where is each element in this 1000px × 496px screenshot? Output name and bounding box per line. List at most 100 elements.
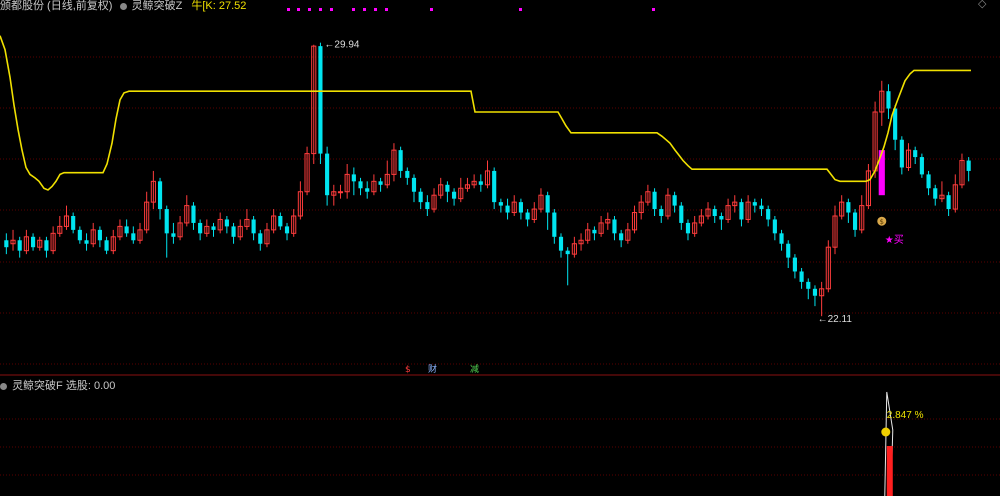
- chart-annotations: ←29.94←22.11$★买$ 财减: [324, 40, 903, 375]
- top-marker: [385, 8, 388, 11]
- candle-down: [779, 233, 784, 244]
- top-marker: [363, 8, 366, 11]
- candle-up: [337, 191, 344, 194]
- candle-down: [558, 236, 564, 251]
- candle-down: [946, 195, 951, 210]
- candle-down: [378, 181, 383, 185]
- candle-down: [418, 191, 423, 203]
- candle-down: [4, 240, 9, 248]
- candle-down: [739, 202, 744, 220]
- settings-dot-icon[interactable]: [119, 2, 127, 10]
- candle-down: [231, 226, 236, 237]
- candle-down: [505, 205, 510, 213]
- top-marker: [287, 8, 290, 11]
- lower-header: 灵鲸突破F 选股: 0.00: [0, 377, 115, 393]
- candlestick-series: [4, 42, 971, 317]
- pattern-label: 财: [428, 363, 437, 375]
- candle-down: [652, 191, 657, 210]
- candle-down: [806, 281, 811, 289]
- candle-down: [284, 226, 290, 234]
- candle-down: [278, 216, 283, 227]
- kline-chart[interactable]: ←29.94←22.11$★买$ 财减 2.847 %: [0, 0, 1000, 496]
- grid-lines: [0, 56, 1000, 476]
- settings-dot-icon-lower[interactable]: [0, 382, 7, 390]
- candle-down: [478, 181, 483, 185]
- stock-title: 颁都股份 (日线,前复权): [0, 0, 113, 12]
- candle-down: [157, 181, 163, 210]
- smiley-icon: [881, 427, 891, 437]
- candle-down: [405, 170, 410, 178]
- candle-down: [498, 202, 503, 206]
- candle-down: [198, 222, 203, 234]
- yellow-trend-line: [0, 35, 971, 191]
- lower-indicator-name[interactable]: 灵鲸突破F: [12, 380, 63, 392]
- candle-down: [425, 202, 430, 210]
- candle-down: [258, 233, 263, 244]
- candle-down: [171, 233, 176, 237]
- candle-down: [759, 205, 764, 210]
- candle-down: [846, 202, 851, 213]
- buy-label: ★买: [885, 234, 904, 246]
- candle-down: [886, 91, 891, 109]
- candle-down: [719, 216, 724, 220]
- lower-indicator-panel: 2.847 %: [881, 391, 924, 496]
- candle-down: [365, 188, 370, 192]
- candle-down: [224, 219, 229, 227]
- indicator-name[interactable]: 灵鲸突破Z: [132, 0, 183, 12]
- top-marker: [374, 8, 377, 11]
- percent-label: 2.847 %: [887, 410, 924, 421]
- candle-down: [251, 219, 256, 234]
- top-marker: [652, 8, 655, 11]
- candle-down: [552, 212, 557, 237]
- candle-down: [792, 257, 797, 272]
- candle-down: [545, 195, 550, 213]
- candle-down: [104, 240, 109, 251]
- candle-down: [966, 160, 971, 171]
- candle-down: [191, 205, 196, 223]
- candle-down: [97, 229, 102, 241]
- candle-down: [919, 157, 924, 175]
- candle-down: [893, 108, 898, 140]
- collapse-icon[interactable]: ◇: [978, 0, 986, 10]
- candle-down: [812, 288, 818, 296]
- pattern-label: $: [405, 365, 411, 375]
- top-marker: [519, 8, 522, 11]
- candle-down: [398, 150, 403, 171]
- money-bag-glyph: $: [880, 218, 884, 226]
- candle-down: [124, 226, 129, 234]
- candle-down: [619, 233, 624, 241]
- candle-down: [17, 240, 22, 251]
- candle-down: [325, 153, 330, 196]
- candle-down: [452, 191, 457, 199]
- candle-down: [351, 174, 356, 182]
- candle-down: [358, 181, 363, 189]
- candle-down: [712, 209, 717, 216]
- top-signal-markers: [287, 8, 655, 11]
- top-marker: [430, 8, 433, 11]
- niu-value: 27.52: [218, 0, 247, 12]
- candle-down: [211, 226, 216, 230]
- candle-down: [752, 202, 757, 206]
- candle-down: [679, 205, 684, 223]
- candle-down: [766, 209, 771, 220]
- candle-down: [685, 222, 691, 234]
- candle-down: [164, 209, 169, 234]
- candle-down: [899, 139, 904, 168]
- niu-label: 牛[K:: [191, 0, 216, 12]
- top-marker: [330, 8, 333, 11]
- upper-header: 颁都股份 (日线,前复权) 灵鲸突破Z 牛[K: 27.52: [0, 0, 246, 13]
- candle-down: [913, 150, 918, 158]
- select-label: 选股:: [65, 380, 91, 392]
- select-value: 0.00: [93, 380, 116, 392]
- candle-down: [592, 229, 597, 234]
- candle-down: [44, 240, 49, 251]
- low-price-label: ←22.11: [818, 314, 853, 325]
- top-marker: [319, 8, 322, 11]
- candle-down: [612, 219, 617, 234]
- candle-down: [659, 209, 664, 216]
- candle-down: [772, 219, 777, 234]
- candle-down: [77, 229, 82, 241]
- candle-down: [799, 271, 804, 282]
- candle-down: [852, 212, 858, 230]
- high-price-label: ←29.94: [324, 40, 359, 51]
